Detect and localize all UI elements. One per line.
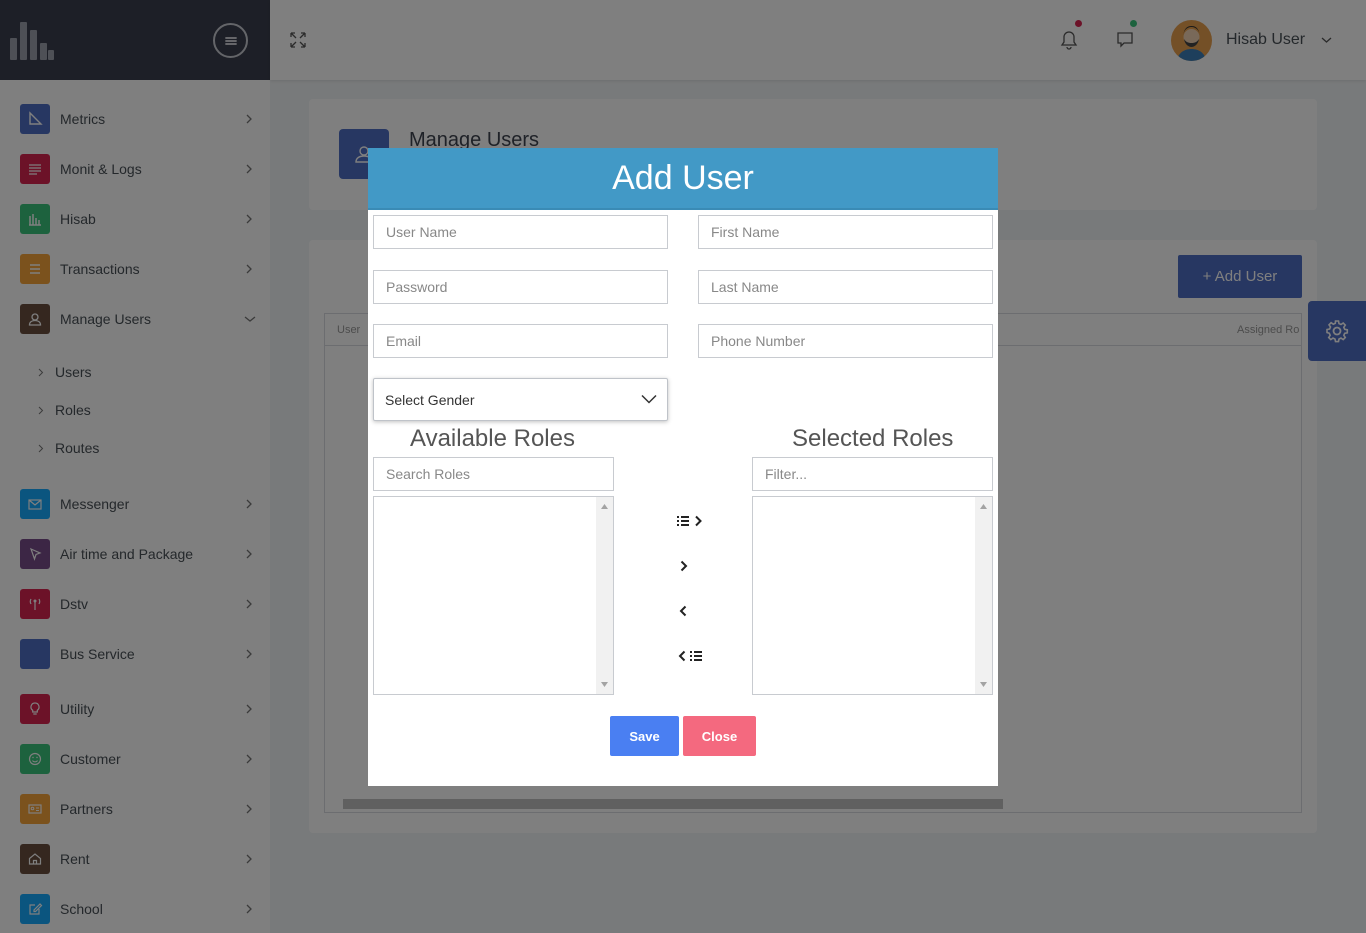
add-user-modal: Add User Select Gender Available Roles S… <box>368 148 998 786</box>
chevron-right-icon <box>680 560 688 572</box>
selected-roles-title: Selected Roles <box>792 425 954 452</box>
scroll-up-icon[interactable] <box>601 504 608 509</box>
move-right-button[interactable] <box>668 555 700 577</box>
modal-header: Add User <box>368 148 998 210</box>
modal-title: Add User <box>612 158 754 197</box>
chevron-left-icon <box>679 605 687 617</box>
available-roles-title: Available Roles <box>410 425 575 452</box>
move-all-left-button[interactable] <box>676 645 708 667</box>
scroll-up-icon[interactable] <box>980 504 987 509</box>
vertical-scrollbar[interactable] <box>596 497 613 694</box>
last-name-field[interactable] <box>698 270 993 304</box>
scroll-down-icon[interactable] <box>980 682 987 687</box>
available-roles-list[interactable] <box>373 496 614 695</box>
move-all-right-button[interactable] <box>674 510 706 532</box>
save-button[interactable]: Save <box>610 716 679 756</box>
close-button[interactable]: Close <box>683 716 756 756</box>
gender-select[interactable]: Select Gender <box>373 378 668 421</box>
scroll-down-icon[interactable] <box>601 682 608 687</box>
move-left-button[interactable] <box>667 600 699 622</box>
list-move-right-icon <box>677 515 702 527</box>
filter-selected-roles-input[interactable] <box>752 457 993 491</box>
chevron-down-icon <box>641 394 657 404</box>
username-field[interactable] <box>373 215 668 249</box>
phone-number-field[interactable] <box>698 324 993 358</box>
email-field[interactable] <box>373 324 668 358</box>
selected-roles-list[interactable] <box>752 496 993 695</box>
vertical-scrollbar[interactable] <box>975 497 992 694</box>
password-field[interactable] <box>373 270 668 304</box>
search-roles-input[interactable] <box>373 457 614 491</box>
list-move-left-icon <box>678 650 702 662</box>
first-name-field[interactable] <box>698 215 993 249</box>
